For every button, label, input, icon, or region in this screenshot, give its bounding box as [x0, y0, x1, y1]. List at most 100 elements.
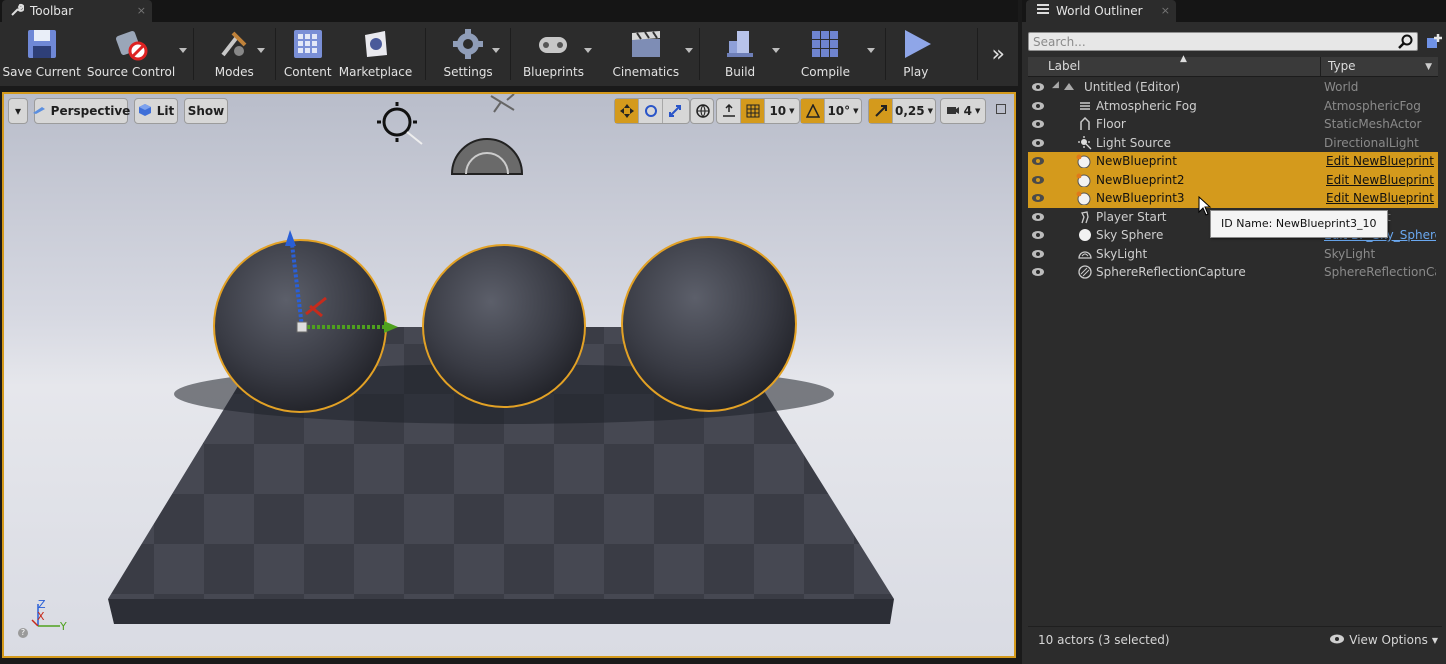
visibility-eye-icon[interactable]: [1031, 192, 1045, 206]
settings-label: Settings: [443, 65, 493, 79]
toolbar-overflow-button[interactable]: »: [978, 22, 1018, 86]
scale-mode-icon[interactable]: [663, 99, 687, 123]
axis-indicator: Z X Y: [28, 598, 78, 638]
scale-snap-icon[interactable]: [869, 99, 893, 123]
perspective-label: Perspective: [50, 104, 131, 118]
list-item[interactable]: Light Source DirectionalLight: [1028, 134, 1438, 153]
source-control-label: Source Control: [86, 65, 176, 79]
scale-snap-value[interactable]: 0,25 ▼: [893, 99, 935, 123]
modes-dropdown-icon[interactable]: [256, 48, 265, 53]
source-control-button[interactable]: Source Control: [83, 22, 187, 86]
column-divider[interactable]: [1320, 57, 1321, 77]
expand-arrow-icon[interactable]: ◢: [1052, 80, 1059, 90]
compile-button[interactable]: Compile: [780, 22, 876, 86]
save-current-button[interactable]: Save Current: [0, 22, 83, 86]
cinematics-icon: [629, 27, 663, 61]
cinematics-dropdown-icon[interactable]: [685, 48, 694, 53]
perspective-button[interactable]: Perspective: [32, 98, 131, 124]
build-button[interactable]: Build: [700, 22, 780, 86]
play-button[interactable]: Play: [886, 22, 946, 86]
add-folder-icon[interactable]: [1424, 32, 1444, 53]
visibility-eye-icon[interactable]: [1031, 137, 1045, 151]
settings-button[interactable]: Settings: [426, 22, 509, 86]
viewport-options-button[interactable]: ▾: [8, 98, 28, 124]
list-item[interactable]: SphereReflectionCapture SphereReflection…: [1028, 263, 1438, 282]
close-icon[interactable]: ×: [137, 4, 146, 17]
tab-world-outliner[interactable]: World Outliner ×: [1026, 0, 1176, 22]
column-label-header[interactable]: Label: [1048, 59, 1080, 73]
surface-snap-icon[interactable]: [717, 99, 741, 123]
close-icon[interactable]: ×: [1161, 4, 1170, 17]
sort-ascending-icon[interactable]: ▲: [1180, 54, 1187, 64]
outliner-tab-title: World Outliner: [1056, 4, 1143, 18]
left-tab-strip: Toolbar ×: [0, 0, 1018, 22]
search-input[interactable]: [1028, 32, 1418, 51]
scene-render[interactable]: [4, 94, 1014, 656]
tab-toolbar[interactable]: Toolbar ×: [2, 0, 152, 22]
save-current-label: Save Current: [2, 65, 81, 79]
settings-dropdown-icon[interactable]: [491, 48, 500, 53]
modes-button[interactable]: Modes: [194, 22, 275, 86]
cinematics-button[interactable]: Cinematics: [596, 22, 695, 86]
content-button[interactable]: Content: [276, 22, 340, 86]
list-item[interactable]: Atmospheric Fog AtmosphericFog: [1028, 97, 1438, 116]
translate-mode-icon[interactable]: [615, 99, 639, 123]
list-item[interactable]: ◢ Untitled (Editor) World: [1028, 78, 1438, 97]
grid-snap-icon[interactable]: [741, 99, 765, 123]
help-icon[interactable]: ?: [18, 628, 28, 638]
column-options-icon[interactable]: ▼: [1425, 62, 1432, 72]
view-options-button[interactable]: View Options ▼: [1329, 633, 1438, 647]
maximize-viewport-icon[interactable]: [996, 104, 1006, 114]
view-options-label: View Options: [1349, 633, 1428, 647]
visibility-eye-icon[interactable]: [1031, 248, 1045, 262]
source-control-icon: [114, 27, 148, 61]
column-type-header[interactable]: Type: [1328, 59, 1356, 73]
source-control-dropdown-icon[interactable]: [178, 48, 187, 53]
camera-speed-button[interactable]: 4 ▼: [941, 99, 985, 123]
modes-label: Modes: [214, 65, 254, 79]
visibility-eye-icon[interactable]: [1031, 118, 1045, 132]
level-viewport[interactable]: ▾ Perspective Lit Show 10 ▼ 10° ▼ 0,25 ▼…: [2, 92, 1016, 658]
blueprints-label: Blueprints: [522, 65, 584, 79]
list-item[interactable]: NewBlueprint2 Edit NewBlueprint: [1028, 170, 1438, 189]
skylight-icon: [1078, 247, 1092, 264]
blueprints-button[interactable]: Blueprints: [511, 22, 596, 86]
world-coordinates-icon[interactable]: [691, 99, 715, 123]
show-button[interactable]: Show: [184, 98, 228, 124]
lit-button[interactable]: Lit: [134, 98, 178, 124]
axis-y-label: Y: [60, 620, 67, 633]
visibility-eye-icon[interactable]: [1031, 81, 1045, 95]
perspective-icon: [32, 104, 46, 118]
world-outliner-panel: World Outliner × ▲ Label Type ▼ ◢ Untitl…: [1022, 0, 1446, 664]
settings-icon: [451, 27, 485, 61]
visibility-eye-icon[interactable]: [1031, 266, 1045, 280]
marketplace-label: Marketplace: [338, 65, 413, 79]
axis-x-label: X: [37, 610, 45, 623]
list-item[interactable]: NewBlueprint3 Edit NewBlueprint: [1028, 189, 1438, 208]
grid-snap-value[interactable]: 10 ▼: [765, 99, 799, 123]
player-start-billboard: [490, 94, 515, 113]
rotation-snap-group: 10° ▼: [800, 98, 862, 124]
rotation-snap-value[interactable]: 10° ▼: [825, 99, 861, 123]
build-dropdown-icon[interactable]: [771, 48, 780, 53]
content-icon: [291, 27, 325, 61]
visibility-eye-icon[interactable]: [1031, 155, 1045, 169]
skylight-billboard: [450, 138, 524, 175]
chevron-down-icon: ▼: [974, 107, 981, 115]
visibility-eye-icon[interactable]: [1031, 211, 1045, 225]
compile-dropdown-icon[interactable]: [867, 48, 876, 53]
list-item[interactable]: SkyLight SkyLight: [1028, 245, 1438, 264]
list-item[interactable]: NewBlueprint Edit NewBlueprint: [1028, 152, 1438, 171]
blueprints-icon: [536, 27, 570, 61]
marketplace-button[interactable]: Marketplace: [338, 22, 413, 86]
rotation-snap-icon[interactable]: [801, 99, 825, 123]
blueprints-dropdown-icon[interactable]: [584, 48, 593, 53]
transform-mode-group: [614, 98, 690, 124]
visibility-eye-icon[interactable]: [1031, 229, 1045, 243]
camera-speed-icon: [946, 104, 960, 119]
rotate-mode-icon[interactable]: [639, 99, 663, 123]
visibility-eye-icon[interactable]: [1031, 100, 1045, 114]
marketplace-icon: [359, 27, 393, 61]
list-item[interactable]: Floor StaticMeshActor: [1028, 115, 1438, 134]
visibility-eye-icon[interactable]: [1031, 174, 1045, 188]
